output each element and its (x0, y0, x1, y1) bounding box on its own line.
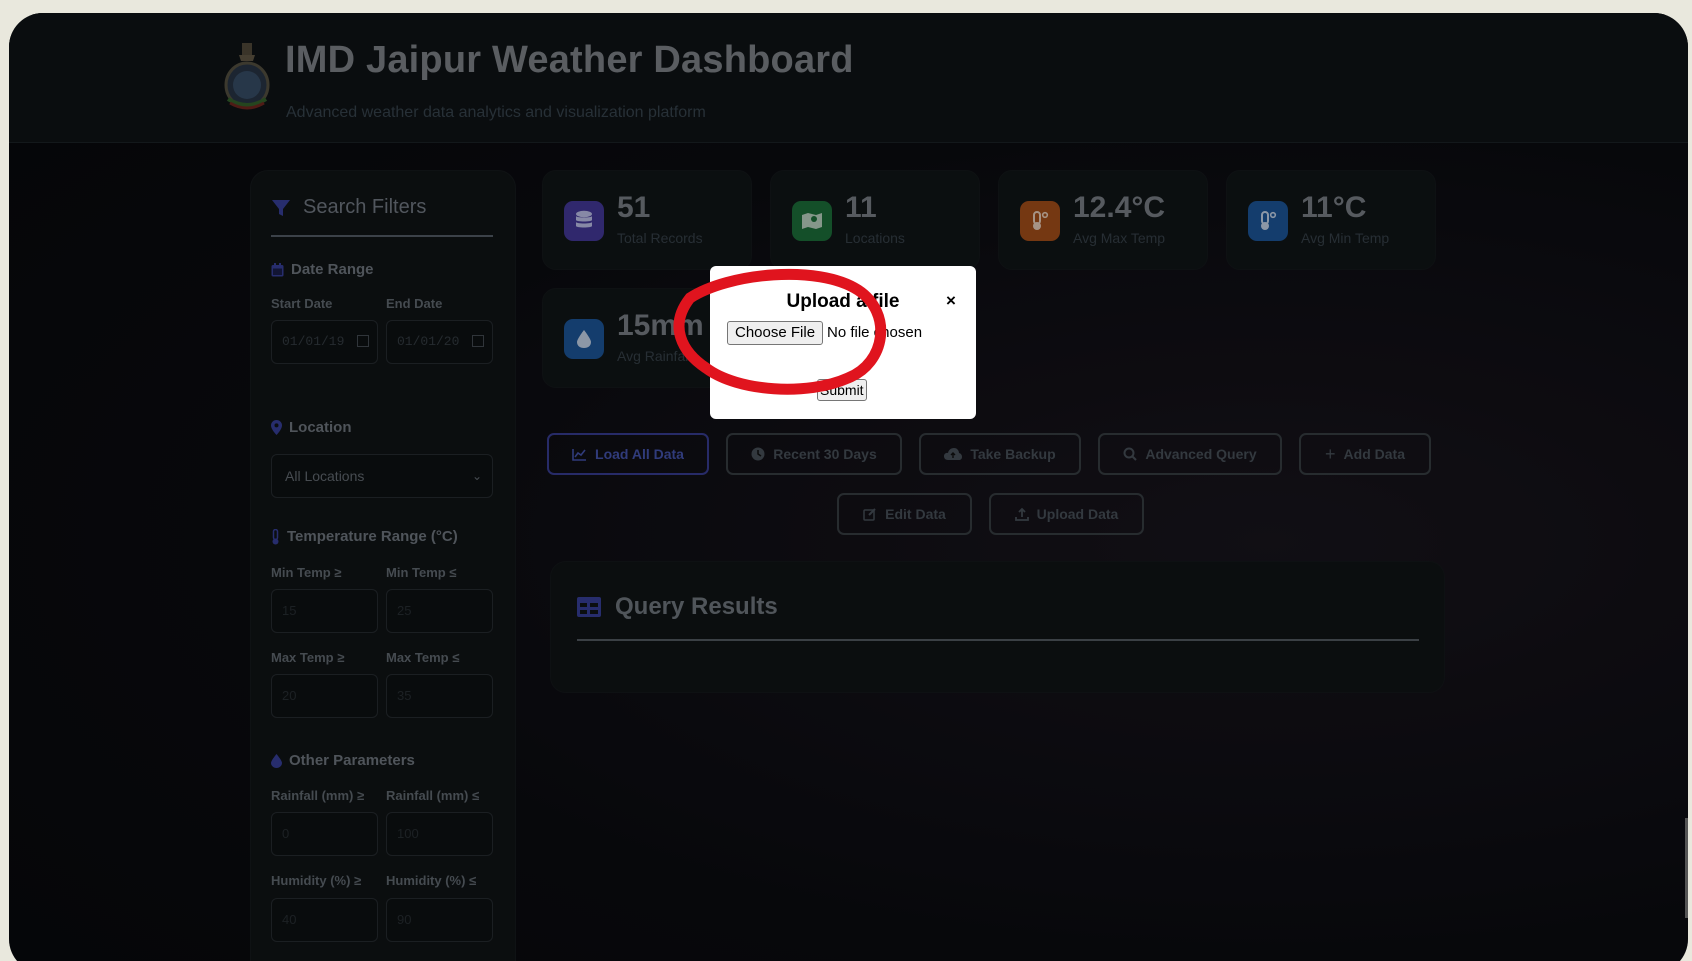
calendar-picker-icon[interactable] (472, 335, 484, 347)
filter-icon (272, 199, 290, 216)
submit-button[interactable]: Submit (817, 379, 867, 401)
stat-card-total-records: 51 Total Records (542, 170, 752, 270)
stat-card-locations: 11 Locations (770, 170, 980, 270)
end-date-input[interactable]: 01/01/20 (386, 320, 493, 364)
take-backup-button[interactable]: Take Backup (919, 433, 1081, 475)
stat-card-avg-min-temp: 11°C Avg Min Temp (1226, 170, 1436, 270)
file-status-text: No file chosen (827, 324, 923, 341)
thermometer-hot-icon (1020, 201, 1060, 241)
search-filters-heading: Search Filters (271, 196, 426, 219)
query-results-heading: Query Results (577, 593, 778, 621)
upload-file-modal: Upload a file × Choose File No file chos… (710, 266, 976, 419)
stat-card-avg-max-temp: 12.4°C Avg Max Temp (998, 170, 1208, 270)
stat-caption: Avg Max Temp (1073, 230, 1166, 246)
page-subtitle: Advanced weather data analytics and visu… (286, 104, 706, 121)
search-filters-panel: Search Filters Date Range Start Date End… (250, 170, 516, 961)
stat-value: 51 (617, 191, 651, 224)
rainfall-le-label: Rainfall (mm) ≤ (386, 788, 480, 803)
max-temp-le-input[interactable]: 35 (386, 674, 493, 718)
droplet-icon (271, 753, 282, 768)
clock-icon (751, 447, 765, 461)
database-icon (564, 201, 604, 241)
max-temp-ge-label: Max Temp ≥ (271, 650, 345, 665)
min-temp-ge-label: Min Temp ≥ (271, 565, 342, 580)
humidity-le-label: Humidity (%) ≤ (386, 873, 477, 888)
end-date-label: End Date (386, 296, 443, 311)
location-select[interactable]: All Locations ⌄ (271, 454, 493, 498)
imd-emblem-icon (224, 43, 270, 110)
start-date-label: Start Date (271, 296, 333, 311)
max-temp-ge-input[interactable]: 20 (271, 674, 378, 718)
stat-value: 15mm (617, 309, 704, 342)
date-range-heading: Date Range (271, 261, 374, 278)
chevron-down-icon: ⌄ (471, 469, 482, 483)
scrollbar[interactable] (1685, 818, 1688, 918)
min-temp-ge-input[interactable]: 15 (271, 589, 378, 633)
page-header: IMD Jaipur Weather Dashboard Advanced we… (9, 13, 1688, 143)
stat-caption: Total Records (617, 230, 703, 246)
query-results-title: Query Results (615, 593, 778, 620)
rainfall-ge-input[interactable]: 0 (271, 812, 378, 856)
page-title: IMD Jaipur Weather Dashboard (285, 39, 854, 81)
humidity-ge-input[interactable]: 40 (271, 898, 378, 942)
min-temp-le-input[interactable]: 25 (386, 589, 493, 633)
load-all-data-button[interactable]: Load All Data (547, 433, 709, 475)
rainfall-ge-label: Rainfall (mm) ≥ (271, 788, 365, 803)
stat-caption: Avg Min Temp (1301, 230, 1390, 246)
edit-icon (863, 508, 876, 521)
thermometer-icon (272, 528, 279, 544)
query-results-panel: Query Results (550, 561, 1445, 693)
chart-line-icon (572, 448, 587, 461)
plus-icon: + (1325, 443, 1336, 464)
search-filters-title: Search Filters (303, 196, 427, 218)
min-temp-le-label: Min Temp ≤ (386, 565, 457, 580)
map-icon (792, 201, 832, 241)
cloud-upload-icon (944, 447, 963, 460)
divider (271, 235, 493, 237)
temperature-range-heading: Temperature Range (°C) (271, 528, 458, 545)
stat-value: 11°C (1301, 191, 1367, 224)
edit-data-button[interactable]: Edit Data (837, 493, 972, 535)
humidity-le-input[interactable]: 90 (386, 898, 493, 942)
location-pin-icon (271, 420, 282, 435)
upload-data-button[interactable]: Upload Data (989, 493, 1144, 535)
choose-file-button[interactable]: Choose File (727, 321, 824, 345)
start-date-input[interactable]: 01/01/19 (271, 320, 378, 364)
stat-value: 11 (845, 191, 877, 224)
humidity-ge-label: Humidity (%) ≥ (271, 873, 362, 888)
max-temp-le-label: Max Temp ≤ (386, 650, 460, 665)
recent-30-days-button[interactable]: Recent 30 Days (726, 433, 902, 475)
calendar-picker-icon[interactable] (357, 335, 369, 347)
table-icon (577, 597, 601, 617)
calendar-icon (271, 262, 284, 276)
close-icon[interactable]: × (946, 291, 956, 311)
divider (577, 639, 1419, 641)
thermometer-cold-icon (1248, 201, 1288, 241)
search-icon (1123, 447, 1138, 461)
stat-value: 12.4°C (1073, 191, 1166, 224)
advanced-query-button[interactable]: Advanced Query (1098, 433, 1282, 475)
stat-caption: Locations (845, 230, 905, 246)
other-parameters-heading: Other Parameters (271, 752, 415, 769)
app-window: IMD Jaipur Weather Dashboard Advanced we… (9, 13, 1688, 961)
add-data-button[interactable]: + Add Data (1299, 433, 1431, 475)
modal-title: Upload a file (786, 291, 900, 312)
rainfall-le-input[interactable]: 100 (386, 812, 493, 856)
upload-icon (1014, 507, 1029, 521)
location-heading: Location (271, 419, 352, 436)
raindrop-icon (564, 319, 604, 359)
stat-caption: Avg Rainfall (617, 348, 692, 364)
